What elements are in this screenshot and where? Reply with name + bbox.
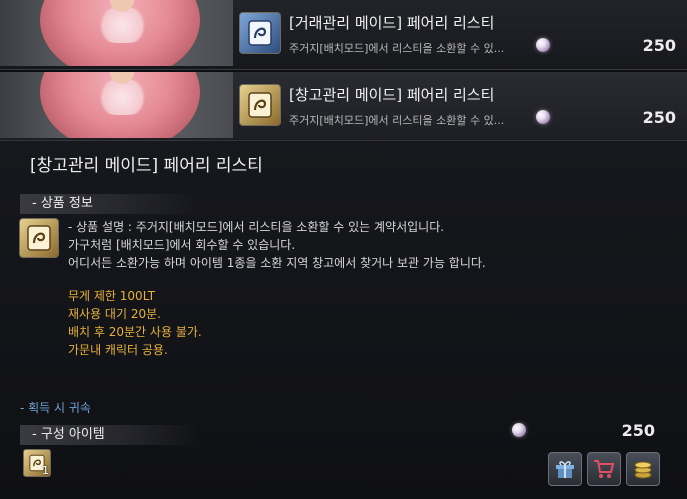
item-description: 주거지[배치모드]에서 리스티을 소환할 수 있... xyxy=(289,42,505,55)
component-item-icon[interactable]: 1 xyxy=(23,449,51,477)
detail-title: [창고관리 메이드] 페어리 리스티 xyxy=(30,156,263,176)
scroll-icon xyxy=(19,218,59,258)
product-info-header: - 상품 정보 xyxy=(20,194,200,214)
item-price: 250 xyxy=(642,108,676,127)
attribute-line: 재사용 대기 20분. xyxy=(68,307,161,321)
item-price: 250 xyxy=(642,36,676,55)
store-item-row[interactable]: [창고관리 메이드] 페어리 리스티 주거지[배치모드]에서 리스티을 소환할 … xyxy=(0,72,687,142)
pearl-currency-icon xyxy=(536,110,550,124)
item-title: [창고관리 메이드] 페어리 리스티 xyxy=(289,86,495,104)
store-item-row[interactable]: [거래관리 메이드] 페어리 리스티 주거지[배치모드]에서 리스티을 소환할 … xyxy=(0,0,687,70)
pearl-currency-icon xyxy=(536,38,550,52)
attribute-line: 배치 후 20분간 사용 불가. xyxy=(68,325,202,339)
item-description: 주거지[배치모드]에서 리스티을 소환할 수 있... xyxy=(289,114,505,127)
attribute-line: 무게 제한 100LT xyxy=(68,289,156,303)
description-line: 가구처럼 [배치모드]에서 회수할 수 있습니다. xyxy=(68,238,296,252)
scroll-icon xyxy=(239,84,281,126)
pearl-currency-icon xyxy=(512,423,526,437)
scroll-icon xyxy=(239,12,281,54)
detail-price: 250 xyxy=(621,421,655,440)
description-line: - 상품 설명 : 주거지[배치모드]에서 리스티을 소환할 수 있는 계약서입… xyxy=(68,220,445,234)
coin-stack-icon xyxy=(634,461,652,479)
gift-button[interactable] xyxy=(548,452,582,486)
item-banner-image xyxy=(0,72,233,138)
cart-icon xyxy=(594,460,615,478)
item-title: [거래관리 메이드] 페어리 리스티 xyxy=(289,14,495,32)
item-detail-panel: [창고관리 메이드] 페어리 리스티 - 상품 정보 - 상품 설명 : 주거지… xyxy=(0,140,687,499)
bind-on-acquire-note: - 획득 시 귀속 xyxy=(20,401,91,415)
cart-button[interactable] xyxy=(587,452,621,486)
gift-icon xyxy=(556,461,574,478)
components-header: - 구성 아이템 xyxy=(20,425,200,445)
attribute-line: 가문내 캐릭터 공용. xyxy=(68,343,168,357)
item-banner-image xyxy=(0,0,233,66)
component-count: 1 xyxy=(42,464,49,477)
description-line: 어디서든 소환가능 하며 아이템 1종을 소환 지역 창고에서 찾거나 보관 가… xyxy=(68,256,486,270)
coin-button[interactable] xyxy=(626,452,660,486)
